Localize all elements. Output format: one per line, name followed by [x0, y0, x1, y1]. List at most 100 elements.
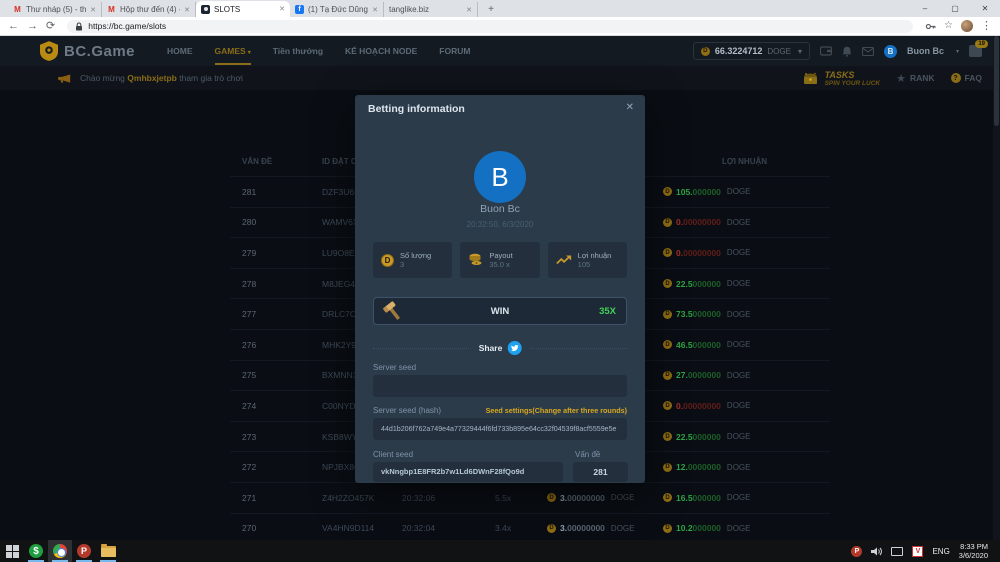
treasure-chest-icon: [802, 71, 819, 85]
profit-unit: DOGE: [727, 401, 751, 410]
wallet-balance[interactable]: D 66.3224712 DOGE ▾: [693, 42, 810, 60]
minimize-button[interactable]: –: [910, 0, 940, 17]
doge-coin-icon: D: [701, 47, 710, 56]
speaker-icon[interactable]: [871, 547, 882, 556]
wallet-icon[interactable]: [820, 46, 832, 56]
share-row: Share: [373, 340, 627, 356]
tasks-widget[interactable]: TASKSSPIN YOUR LUCK: [802, 70, 881, 87]
user-chevron-icon[interactable]: ▾: [956, 48, 959, 55]
cell-profit: D0.00000000DOGE: [655, 248, 830, 258]
profit-main: 16.5: [676, 493, 693, 503]
v-app-icon[interactable]: V: [912, 546, 923, 557]
issue-input[interactable]: 281: [573, 462, 628, 482]
profit-rest: 00000000: [683, 248, 721, 258]
start-button[interactable]: [0, 540, 24, 562]
page-scrollbar[interactable]: [993, 36, 1000, 540]
tab-close-icon[interactable]: ✕: [466, 6, 472, 14]
profit-rest: 000000: [693, 309, 721, 319]
tab-close-icon[interactable]: ✕: [90, 6, 96, 14]
taskbar-clock[interactable]: 8:33 PM3/6/2020: [959, 542, 988, 560]
cell-multiplier: 3.4x: [495, 523, 545, 533]
language-indicator[interactable]: ENG: [932, 547, 949, 556]
profit-rest: 000000: [693, 340, 721, 350]
cell-multiplier: 5.5x: [495, 493, 545, 503]
win-label: WIN: [374, 306, 626, 317]
nav-node-plan[interactable]: KẾ HOẠCH NODE: [345, 37, 417, 65]
user-avatar[interactable]: B: [884, 45, 897, 58]
win-result-bar: WIN 35X: [373, 297, 627, 325]
server-seed-hash-label: Server seed (hash): [373, 406, 441, 415]
scrollbar-thumb[interactable]: [994, 36, 999, 126]
profit-main: 105.: [676, 187, 693, 197]
doge-coin-icon: D: [663, 463, 672, 472]
cell-bet-amount: D3.00000000DOGE: [545, 523, 655, 533]
faq-link[interactable]: ?FAQ: [951, 73, 982, 83]
server-seed-label: Server seed: [373, 363, 416, 372]
key-icon[interactable]: [925, 21, 936, 32]
profit-rest: 0000000: [688, 462, 721, 472]
cell-profit: D12.0000000DOGE: [655, 462, 830, 472]
tab-close-icon[interactable]: ✕: [184, 6, 190, 14]
forward-icon[interactable]: →: [27, 21, 38, 32]
nav-games[interactable]: GAMES▾: [215, 37, 251, 65]
modal-title: Betting information: [368, 103, 465, 115]
profit-rest: 000000: [693, 493, 721, 503]
new-tab-button[interactable]: +: [484, 2, 498, 16]
taskbar-app-dollar[interactable]: $: [24, 540, 48, 562]
tab-active[interactable]: SLOTS✕: [196, 1, 290, 17]
quest-book-icon[interactable]: 19: [969, 45, 982, 57]
browser-profile-avatar[interactable]: [961, 20, 973, 32]
tab[interactable]: f(1) Tạ Đức Dũng - Bóng Thanh N✕: [290, 2, 384, 17]
tasks-subtitle: SPIN YOUR LUCK: [825, 80, 881, 87]
profit-rest: 000000: [693, 432, 721, 442]
tab[interactable]: tanglike.biz✕: [384, 2, 478, 17]
tray-p-icon[interactable]: P: [851, 546, 862, 557]
doge-coin-icon: D: [663, 524, 672, 533]
taskbar-app-chrome[interactable]: [48, 540, 72, 562]
back-icon[interactable]: ←: [8, 21, 19, 32]
cell-bet-id: VA4HN9D114: [290, 523, 400, 533]
tab-close-icon[interactable]: ✕: [279, 5, 285, 13]
bookmark-star-icon[interactable]: ☆: [944, 21, 953, 31]
cell-issue: 277: [230, 309, 290, 319]
table-row[interactable]: 271Z4H2ZO457K20:32:065.5xD3.00000000DOGE…: [230, 482, 830, 513]
cell-issue: 278: [230, 279, 290, 289]
announcement-right: TASKSSPIN YOUR LUCK ★RANK ?FAQ: [802, 70, 982, 87]
tab-close-icon[interactable]: ✕: [372, 6, 378, 14]
nav-home[interactable]: HOME: [167, 37, 193, 65]
taskbar-app-p[interactable]: P: [72, 540, 96, 562]
rank-link[interactable]: ★RANK: [896, 72, 934, 85]
user-name[interactable]: Buon Bc: [907, 46, 944, 56]
stat-profit: Lợi nhuận105: [548, 242, 627, 278]
server-seed-hash-input[interactable]: 44d1b206f762a749e4a77329444f6fd733b895e6…: [373, 418, 627, 440]
profit-rest: 0000000: [688, 370, 721, 380]
cell-issue: 270: [230, 523, 290, 533]
bell-icon[interactable]: [842, 46, 852, 57]
address-bar[interactable]: https://bc.game/slots: [67, 20, 913, 33]
tab[interactable]: MHộp thư đến (4) - bcgamebound✕: [102, 2, 196, 17]
cell-profit: D46.5000000DOGE: [655, 340, 830, 350]
modal-stats: D Số lượng3 Payout35.0 x Lợi nhuận105: [373, 242, 627, 278]
twitter-share-icon[interactable]: [507, 341, 521, 355]
taskbar-app-explorer[interactable]: [96, 540, 120, 562]
profit-unit: DOGE: [727, 218, 751, 227]
nav-bonus[interactable]: Tiền thưởng: [273, 37, 323, 65]
brand[interactable]: BC.Game: [40, 41, 135, 61]
client-seed-input[interactable]: vkNngbp1E8FR2b7w1Ld6DWnF28fQo9d: [373, 462, 563, 482]
cell-issue: 273: [230, 432, 290, 442]
profit-rest: 00000000: [683, 401, 721, 411]
mail-icon[interactable]: [862, 47, 874, 56]
nav-forum[interactable]: FORUM: [439, 37, 470, 65]
close-window-button[interactable]: ✕: [970, 0, 1000, 17]
server-seed-input[interactable]: [373, 375, 627, 397]
tab[interactable]: MThư nháp (5) - thoai14071997@✕: [8, 2, 102, 17]
browser-menu-icon[interactable]: ⋮: [981, 21, 992, 32]
network-icon[interactable]: [891, 547, 903, 556]
reload-icon[interactable]: ⟳: [46, 21, 55, 32]
announcement-suffix: tham gia trò chơi: [177, 73, 243, 83]
maximize-button[interactable]: ▢: [940, 0, 970, 17]
table-row[interactable]: 270VA4HN9D11420:32:043.4xD3.00000000DOGE…: [230, 513, 830, 540]
seed-settings-link[interactable]: Seed settings(Change after three rounds): [486, 406, 627, 415]
p-app-icon: P: [77, 544, 91, 558]
modal-close-icon[interactable]: ✕: [626, 102, 634, 113]
